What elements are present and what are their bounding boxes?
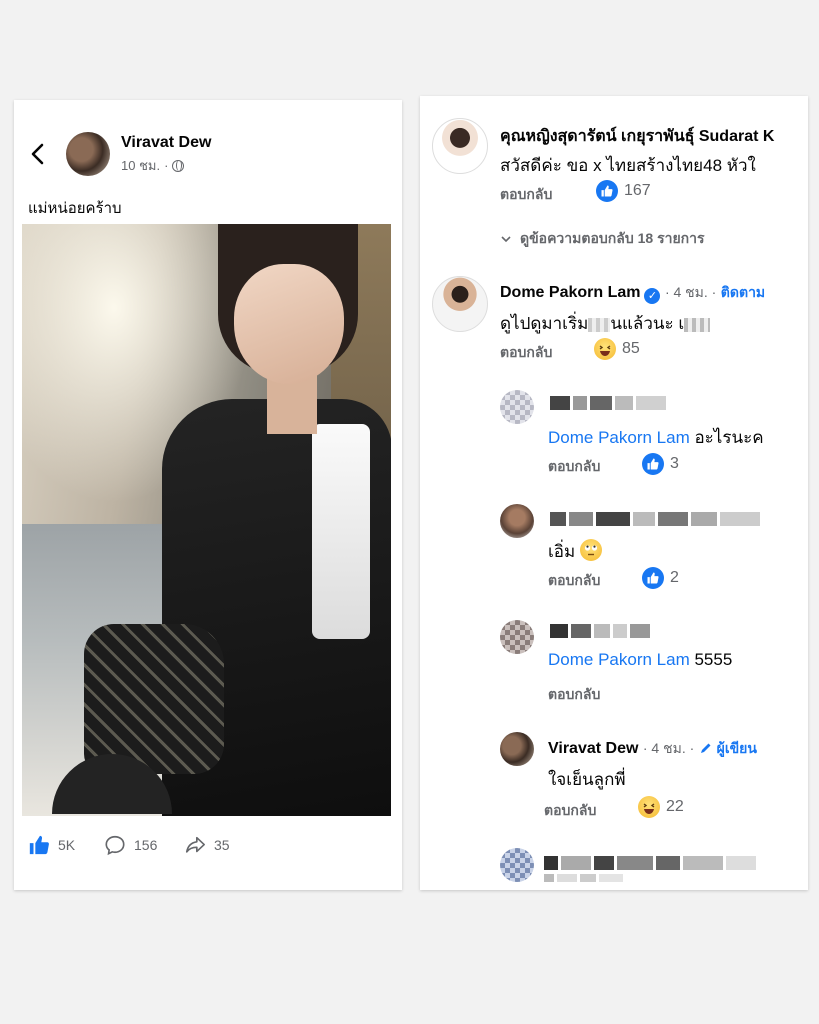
photo-shirt: [312, 424, 370, 639]
reply-text-body: เอิ่ม: [548, 542, 576, 561]
mention-link[interactable]: Dome Pakorn Lam: [548, 428, 690, 447]
censored-name: [550, 512, 760, 526]
comment-text-end: นแล้วนะ เ: [610, 314, 685, 333]
separator: ·: [164, 158, 169, 173]
reply-text-body: 5555: [689, 650, 733, 669]
comment-author-name[interactable]: คุณหญิงสุดารัตน์ เกยุราพันธุ์ Sudarat K: [500, 124, 774, 149]
comment-reactions[interactable]: 167: [596, 180, 651, 202]
globe-icon: [172, 159, 185, 172]
censored-name: [550, 396, 666, 410]
reply-avatar-blurred[interactable]: [500, 620, 534, 654]
comment-author[interactable]: Dome Pakorn Lam: [500, 284, 640, 301]
back-arrow-icon[interactable]: [28, 142, 48, 166]
comment-button[interactable]: 156: [104, 834, 157, 856]
share-button[interactable]: 35: [184, 834, 230, 856]
reply-author[interactable]: Viravat Dew: [548, 740, 638, 757]
share-count: 35: [214, 837, 230, 853]
comment-count: 156: [134, 837, 158, 853]
reply-button[interactable]: ตอบกลับ: [500, 342, 552, 364]
reply-button[interactable]: ตอบกลับ: [548, 456, 600, 478]
pencil-icon: [700, 743, 711, 753]
post-actions-bar: 5K 156 35: [14, 826, 402, 866]
reply-avatar-blurred[interactable]: [500, 848, 534, 882]
photo-face: [234, 264, 344, 384]
censored-name: [544, 856, 756, 870]
comment-text: ดูไปดูมาเริ่ม นแล้วนะ เ: [500, 310, 711, 337]
comment-text: สวัสดีค่ะ ขอ x ไทยสร้างไทย48 หัวใ: [500, 156, 756, 175]
reply-text: ใจเย็นลูกพี่: [548, 770, 626, 789]
photo-bag: [84, 624, 224, 774]
reply-button[interactable]: ตอบกลับ: [548, 570, 600, 592]
reply-reactions[interactable]: 3: [642, 453, 679, 475]
comment-author-name: Dome Pakorn Lam ✓ · 4 ชม. · ติดตาม: [500, 282, 765, 304]
comment-avatar[interactable]: [432, 118, 488, 174]
reply-text: Dome Pakorn Lam อะไรนะค: [548, 424, 764, 451]
author-badge: ผู้เขียน: [699, 740, 757, 756]
censored-block: [588, 317, 611, 332]
like-icon: [596, 180, 618, 202]
mention-link[interactable]: Dome Pakorn Lam: [548, 650, 690, 669]
comment-like-count: 167: [624, 182, 651, 199]
reply-reactions[interactable]: 2: [642, 567, 679, 589]
post-author-avatar[interactable]: [66, 132, 110, 176]
censored-name: [550, 624, 650, 638]
censored-text: [544, 874, 623, 882]
post-time[interactable]: 10 ชม.: [121, 155, 160, 176]
reply-button[interactable]: ตอบกลับ: [500, 184, 552, 206]
reply-avatar-blurred[interactable]: [500, 390, 534, 424]
reply-reactions[interactable]: 22: [638, 796, 684, 818]
reply-text: Dome Pakorn Lam 5555: [548, 650, 732, 670]
rolling-eyes-emoji-icon: [579, 539, 602, 561]
like-icon: [642, 453, 664, 475]
comment-icon: [105, 835, 125, 856]
comment-avatar[interactable]: [432, 276, 488, 332]
comments-panel: คุณหญิงสุดารัตน์ เกยุราพันธุ์ Sudarat K …: [420, 96, 808, 890]
post-author-name[interactable]: Viravat Dew: [121, 134, 211, 152]
comment-reactions[interactable]: 85: [594, 338, 640, 360]
like-icon: [29, 835, 49, 855]
comment-like-count: 85: [622, 340, 640, 357]
post-panel: Viravat Dew 10 ชม. · แม่หน่อยคร้าบ 5K 15…: [14, 100, 402, 890]
reply-like-count: 22: [666, 798, 684, 815]
author-badge-label: ผู้เขียน: [716, 740, 757, 756]
reply-text: เอิ่ม: [548, 538, 602, 565]
laugh-emoji-icon: [638, 796, 660, 818]
view-replies-label: ดูข้อความตอบกลับ 18 รายการ: [520, 230, 705, 246]
like-icon: [642, 567, 664, 589]
like-button[interactable]: 5K: [28, 834, 75, 856]
view-replies-link[interactable]: ดูข้อความตอบกลับ 18 รายการ: [500, 228, 705, 250]
reply-author-line: Viravat Dew · 4 ชม. · ผู้เขียน: [548, 738, 757, 760]
post-header: Viravat Dew 10 ชม. ·: [14, 130, 402, 178]
comment-text-start: ดูไปดูมาเริ่ม: [500, 314, 589, 333]
verified-icon: ✓: [644, 288, 661, 304]
reply-avatar[interactable]: [500, 732, 534, 766]
reply-like-count: 3: [670, 455, 679, 472]
comment-time: · 4 ชม. ·: [664, 284, 717, 300]
reply-time: · 4 ชม. ·: [642, 740, 695, 756]
reply-button[interactable]: ตอบกลับ: [548, 684, 600, 706]
post-photo[interactable]: [22, 224, 391, 816]
like-count: 5K: [58, 837, 76, 853]
reply-text-body: อะไรนะค: [689, 428, 764, 447]
post-caption: แม่หน่อยคร้าบ: [28, 200, 122, 217]
censored-block: [684, 317, 711, 332]
chevron-down-icon: [501, 236, 511, 243]
post-meta: 10 ชม. ·: [121, 155, 185, 176]
laugh-emoji-icon: [594, 338, 616, 360]
reply-avatar[interactable]: [500, 504, 534, 538]
reply-like-count: 2: [670, 569, 679, 586]
follow-button[interactable]: ติดตาม: [721, 284, 765, 300]
reply-button[interactable]: ตอบกลับ: [544, 800, 596, 822]
share-icon: [185, 836, 205, 853]
